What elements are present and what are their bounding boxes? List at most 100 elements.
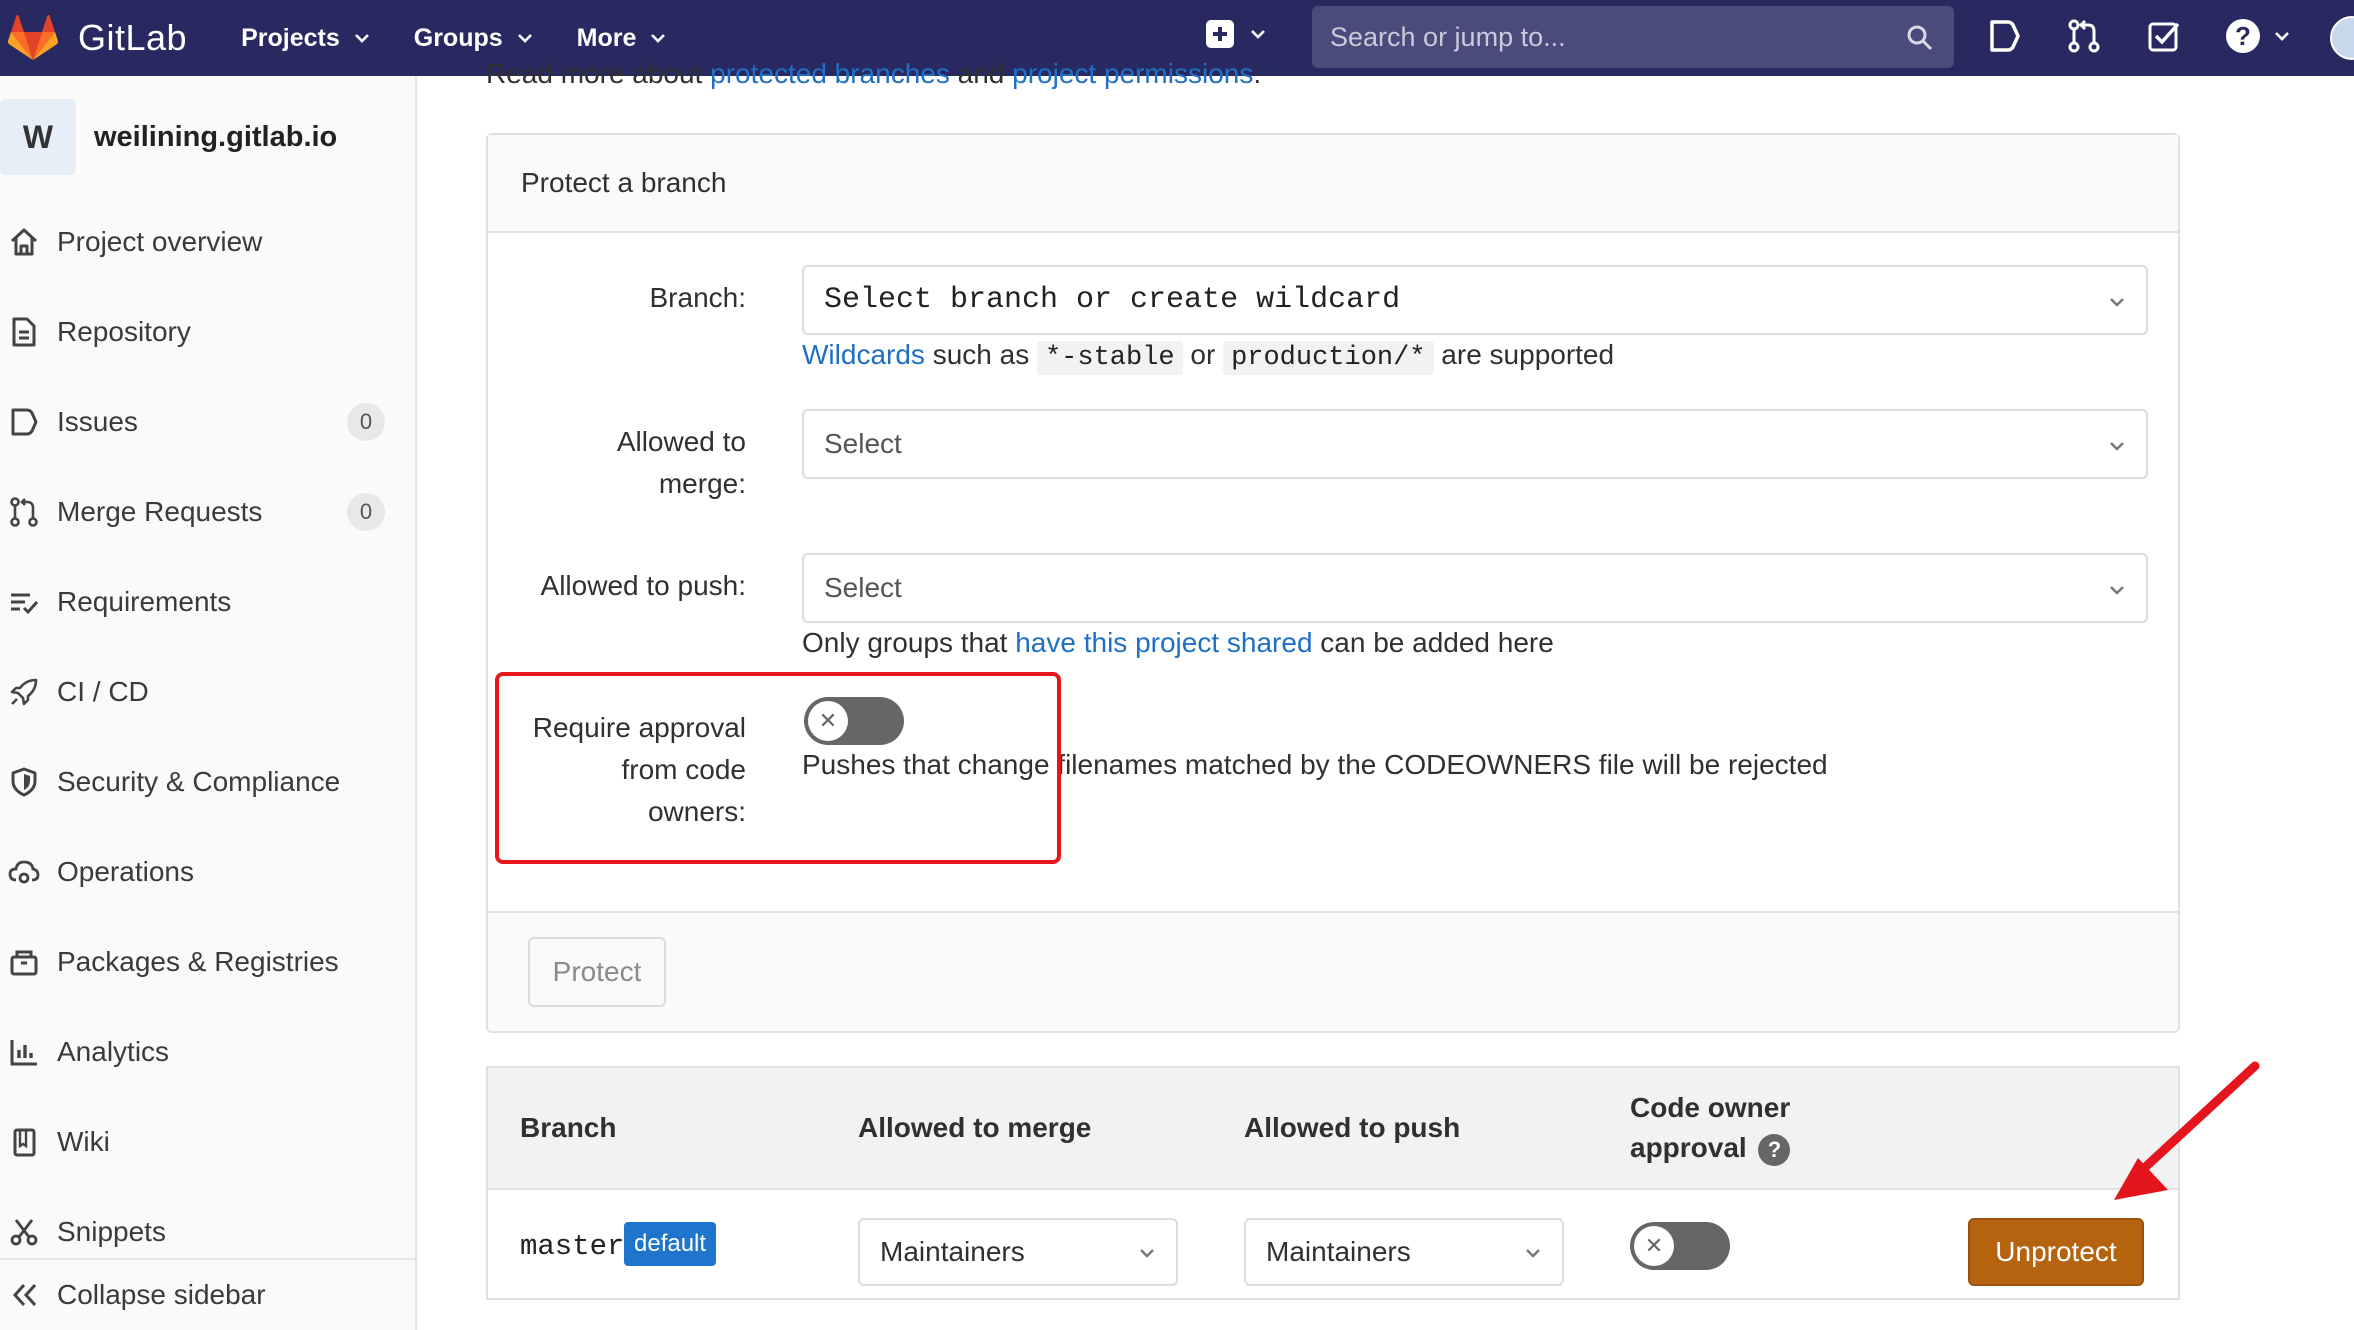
allowed-to-push-label: Allowed to push: (540, 570, 746, 601)
protect-branch-panel: Protect a branch Branch: Select branch o… (486, 133, 2180, 1033)
close-icon: ✕ (1634, 1226, 1674, 1266)
branch-select-value: Select branch or create wildcard (824, 283, 1401, 317)
gitlab-logo-link[interactable]: GitLab (0, 0, 187, 76)
project-name: weilining.gitlab.io (94, 120, 338, 153)
sidebar-item-operations[interactable]: Operations (0, 842, 415, 902)
sidebar-item-label: Requirements (57, 586, 232, 617)
push-help: Only groups that have this project share… (802, 627, 1554, 659)
project-permissions-link[interactable]: project permissions (1012, 58, 1253, 89)
sidebar-item-label: Wiki (57, 1126, 110, 1157)
sidebar-item-label: CI / CD (57, 676, 149, 707)
plus-icon (1206, 20, 1234, 48)
sidebar-item-repository[interactable]: Repository (0, 302, 415, 362)
nav-projects-label: Projects (241, 23, 340, 52)
document-icon (12, 317, 36, 347)
sidebar-item-packages[interactable]: Packages & Registries (0, 932, 415, 992)
search-box[interactable] (1312, 6, 1954, 68)
label-line: merge: (658, 468, 746, 499)
allowed-to-push-select[interactable]: Select (802, 553, 2148, 623)
chevron-down-icon (1251, 30, 1265, 39)
sidebar-item-label: Security & Compliance (57, 766, 341, 797)
merge-requests-count-badge: 0 (347, 493, 385, 531)
sidebar-item-issues[interactable]: Issues 0 (0, 392, 415, 452)
push-help-text: Only groups that (802, 627, 1016, 658)
help-dropdown[interactable]: ? (2226, 19, 2290, 53)
wildcard-example-2: production/* (1223, 341, 1434, 375)
chevron-down-icon (2110, 586, 2124, 595)
chevron-down-icon (517, 34, 532, 43)
brand-name: GitLab (78, 17, 188, 58)
question-icon[interactable]: ? (1758, 1133, 1791, 1166)
chart-icon (10, 1040, 37, 1066)
nav-more-dropdown[interactable]: More (577, 24, 667, 53)
search-input[interactable] (1330, 21, 1890, 53)
chevron-down-icon (1140, 1249, 1154, 1258)
issues-count-badge: 0 (347, 403, 385, 441)
sidebar-item-ci-cd[interactable]: CI / CD (0, 662, 415, 722)
sidebar-item-analytics[interactable]: Analytics (0, 1022, 415, 1082)
sidebar-item-requirements[interactable]: Requirements (0, 572, 415, 632)
sidebar-item-security[interactable]: Security & Compliance (0, 752, 415, 812)
readmore-suffix: . (1253, 58, 1262, 89)
branch-name: master (520, 1230, 625, 1263)
book-icon (13, 1128, 36, 1157)
project-shared-link[interactable]: have this project shared (1015, 627, 1312, 658)
chevron-down-icon (2110, 298, 2124, 307)
readmore-text: Read more about protected branches and p… (486, 58, 1261, 90)
sidebar-item-label: Issues (57, 406, 138, 437)
gitlab-logo-icon (8, 15, 58, 60)
nav-projects-dropdown[interactable]: Projects (241, 24, 370, 53)
allowed-to-merge-value: Maintainers (880, 1236, 1025, 1267)
todo-icon[interactable] (2146, 18, 2182, 54)
push-help-text: can be added here (1312, 627, 1554, 658)
chevron-down-icon (2110, 442, 2124, 451)
sidebar-item-label: Analytics (57, 1036, 170, 1067)
sidebar-item-snippets[interactable]: Snippets (0, 1202, 415, 1262)
code-owner-approval-toggle[interactable]: ✕ (1630, 1222, 1730, 1270)
merge-request-icon[interactable] (2066, 18, 2102, 54)
new-dropdown-button[interactable] (1206, 20, 1266, 48)
protected-branches-link[interactable]: protected branches (710, 58, 950, 89)
user-avatar[interactable] (2330, 16, 2354, 60)
sidebar-item-wiki[interactable]: Wiki (0, 1112, 415, 1172)
header-line-2: approval ? (1630, 1128, 1791, 1168)
nav-groups-dropdown[interactable]: Groups (414, 24, 533, 53)
allowed-to-push-dropdown[interactable]: Maintainers (1244, 1218, 1564, 1286)
column-header-allowed-to-push: Allowed to push (1244, 1112, 1461, 1143)
branch-select[interactable]: Select branch or create wildcard (802, 265, 2148, 335)
sidebar-item-project-overview[interactable]: Project overview (0, 212, 415, 272)
chevron-down-icon (651, 34, 666, 43)
branch-label: Branch: (649, 282, 747, 313)
allowed-to-merge-value: Select (824, 428, 902, 459)
chevron-down-icon (2275, 32, 2289, 41)
sidebar-project-header[interactable]: W weilining.gitlab.io (0, 76, 415, 198)
allowed-to-push-value: Maintainers (1266, 1236, 1411, 1267)
protect-button[interactable]: Protect (528, 937, 666, 1007)
sidebar-item-label: Operations (57, 856, 194, 887)
allowed-to-merge-dropdown[interactable]: Maintainers (858, 1218, 1178, 1286)
cloud-gear-icon (8, 860, 40, 884)
sidebar-item-label: Packages & Registries (57, 946, 339, 977)
sidebar-item-label: Snippets (57, 1216, 166, 1247)
wildcard-help-text: are supported (1433, 339, 1615, 370)
chevron-down-icon (1526, 1249, 1540, 1258)
allowed-to-merge-select[interactable]: Select (802, 409, 2148, 479)
column-header-allowed-to-merge: Allowed to merge (858, 1112, 1092, 1143)
help-icon: ? (2226, 19, 2260, 53)
sidebar-item-merge-requests[interactable]: Merge Requests 0 (0, 482, 415, 542)
sidebar-item-label: Repository (57, 316, 191, 347)
collapse-sidebar-button[interactable]: Collapse sidebar (0, 1258, 415, 1330)
column-header-code-owner-approval: Code owner approval ? (1630, 1088, 1791, 1168)
table-row: master default Maintainers Maintainers ✕… (488, 1192, 2178, 1300)
column-header-branch: Branch (520, 1112, 617, 1143)
shield-icon (11, 767, 37, 797)
wildcard-help-text: or (1182, 339, 1224, 370)
readmore-prefix: Read more about (486, 58, 711, 89)
protected-branches-table: Branch Allowed to merge Allowed to push … (486, 1066, 2180, 1300)
issues-icon (11, 408, 38, 436)
unprotect-button[interactable]: Unprotect (1968, 1218, 2144, 1286)
issues-icon[interactable] (1986, 18, 2022, 54)
chevron-down-icon (354, 34, 369, 43)
wildcards-link[interactable]: Wildcards (802, 339, 925, 370)
allowed-to-push-value: Select (824, 572, 902, 603)
